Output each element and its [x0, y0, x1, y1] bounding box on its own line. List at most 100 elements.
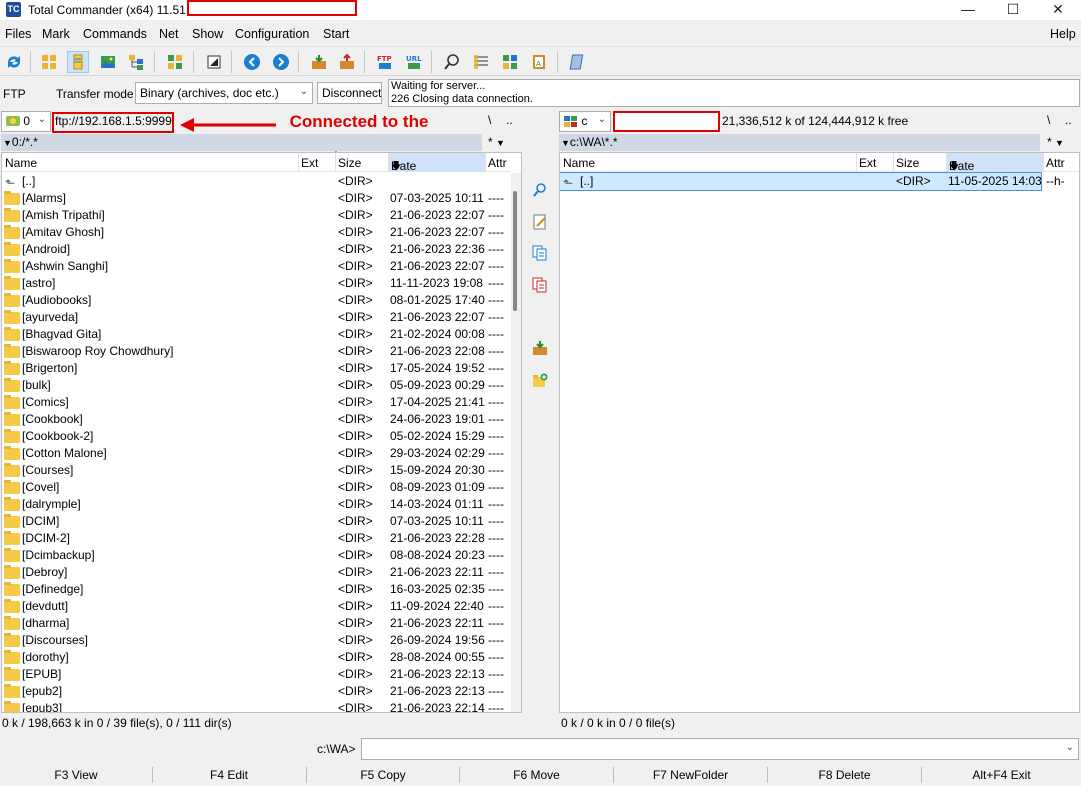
right-drive-select[interactable]: c ⌄ — [559, 111, 611, 132]
close-button[interactable]: ✕ — [1035, 0, 1081, 20]
col-ext[interactable]: Ext — [859, 156, 876, 170]
move-file-icon[interactable] — [530, 275, 550, 295]
file-row[interactable]: [Brigerton] <DIR> 17-05-2024 19:52 ---- — [2, 360, 510, 377]
right-path-header[interactable]: ▼c:\WA\*.* — [559, 134, 1040, 151]
edit-file-icon[interactable] — [530, 212, 550, 232]
right-file-panel[interactable]: Name Ext Size 🡇 Date Attr ⬑ [..] <DIR> 11-05… — [559, 152, 1080, 713]
view-file-icon[interactable] — [530, 180, 550, 200]
col-name[interactable]: Name — [563, 156, 595, 170]
menu-start[interactable]: Start — [323, 27, 349, 41]
left-drive-select[interactable]: 0 ⌄ — [1, 111, 51, 132]
compare-dirs-icon[interactable] — [164, 51, 186, 73]
left-scrollbar[interactable] — [511, 173, 521, 712]
transfer-mode-select[interactable]: Binary (archives, doc etc.) ⌄ — [135, 82, 313, 104]
url-connect-icon[interactable]: URL — [403, 51, 425, 73]
file-row[interactable]: [astro] <DIR> 11-11-2023 19:08 ---- — [2, 275, 510, 292]
ftp-connect-icon[interactable]: FTP — [374, 51, 396, 73]
file-row[interactable]: [Courses] <DIR> 15-09-2024 20:30 ---- — [2, 462, 510, 479]
file-row[interactable]: [ayurveda] <DIR> 21-06-2023 22:07 ---- — [2, 309, 510, 326]
left-path-header[interactable]: ▼0:/*.* — [1, 134, 482, 151]
notepad-icon[interactable]: A — [528, 51, 550, 73]
file-row[interactable]: [bulk] <DIR> 05-09-2023 00:29 ---- — [2, 377, 510, 394]
file-row[interactable]: [epub3] <DIR> 21-06-2023 22:14 ---- — [2, 700, 510, 712]
file-row[interactable]: [epub2] <DIR> 21-06-2023 22:13 ---- — [2, 683, 510, 700]
left-filter-star[interactable]: * ▼ — [488, 135, 505, 149]
left-file-panel[interactable]: Name Ext Size 🡇 Date Attr ⬑ [..] <DIR> [Alar… — [1, 152, 522, 713]
refresh-icon[interactable] — [3, 51, 25, 73]
file-row[interactable]: [Amitav Ghosh] <DIR> 21-06-2023 22:07 ---- — [2, 224, 510, 241]
f6-move-button[interactable]: F6 Move — [460, 768, 613, 784]
file-row[interactable]: [Audiobooks] <DIR> 08-01-2025 17:40 ---- — [2, 292, 510, 309]
alt-f4-exit-button[interactable]: Alt+F4 Exit — [922, 768, 1081, 784]
forward-icon[interactable] — [270, 51, 292, 73]
menu-show[interactable]: Show — [192, 27, 223, 41]
col-attr[interactable]: Attr — [488, 156, 507, 170]
file-row[interactable]: [devdutt] <DIR> 11-09-2024 22:40 ---- — [2, 598, 510, 615]
f4-edit-button[interactable]: F4 Edit — [153, 768, 305, 784]
file-row[interactable]: [DCIM-2] <DIR> 21-06-2023 22:28 ---- — [2, 530, 510, 547]
file-row[interactable]: [Cookbook-2] <DIR> 05-02-2024 15:29 ---- — [2, 428, 510, 445]
file-row[interactable]: ⬑ [..] <DIR> — [2, 173, 510, 190]
file-row[interactable]: [Biswaroop Roy Chowdhury] <DIR> 21-06-2023… — [2, 343, 510, 360]
col-ext[interactable]: Ext — [301, 156, 318, 170]
f8-delete-button[interactable]: F8 Delete — [768, 768, 921, 784]
file-row[interactable]: [Cookbook] <DIR> 24-06-2023 19:01 ---- — [2, 411, 510, 428]
right-up-button[interactable]: .. — [1065, 113, 1072, 127]
file-row[interactable]: [dharma] <DIR> 21-06-2023 22:11 ---- — [2, 615, 510, 632]
tree-view-icon[interactable] — [125, 51, 147, 73]
file-row[interactable]: [EPUB] <DIR> 21-06-2023 22:13 ---- — [2, 666, 510, 683]
right-filter-star[interactable]: * ▼ — [1047, 135, 1064, 149]
f5-copy-button[interactable]: F5 Copy — [307, 768, 459, 784]
col-attr[interactable]: Attr — [1046, 156, 1065, 170]
file-row[interactable]: [Amish Tripathi] <DIR> 21-06-2023 22:07 ---… — [2, 207, 510, 224]
full-view-icon[interactable] — [67, 51, 89, 73]
scrollbar-thumb[interactable] — [513, 191, 517, 311]
sync-dirs-icon[interactable] — [499, 51, 521, 73]
left-root-button[interactable]: \ — [488, 113, 491, 127]
file-row[interactable]: [Dcimbackup] <DIR> 08-08-2024 20:23 ---- — [2, 547, 510, 564]
file-row[interactable]: [Debroy] <DIR> 21-06-2023 22:11 ---- — [2, 564, 510, 581]
minimize-button[interactable]: — — [945, 0, 991, 20]
file-row[interactable]: [dalrymple] <DIR> 14-03-2024 01:11 ---- — [2, 496, 510, 513]
file-row[interactable]: [Comics] <DIR> 17-04-2025 21:41 ---- — [2, 394, 510, 411]
disconnect-button[interactable]: Disconnect — [317, 82, 382, 104]
file-row[interactable]: [Cotton Malone] <DIR> 29-03-2024 02:29 ---- — [2, 445, 510, 462]
file-row[interactable]: [Covel] <DIR> 08-09-2023 01:09 ---- — [2, 479, 510, 496]
menu-net[interactable]: Net — [159, 27, 178, 41]
notebook-icon[interactable] — [567, 51, 589, 73]
search-icon[interactable] — [441, 51, 463, 73]
multi-rename-icon[interactable] — [470, 51, 492, 73]
new-folder-icon[interactable] — [530, 370, 550, 390]
invert-selection-icon[interactable] — [203, 51, 225, 73]
menu-files[interactable]: Files — [5, 27, 31, 41]
command-input[interactable]: ⌄ — [361, 738, 1079, 760]
file-row[interactable]: [Android] <DIR> 21-06-2023 22:36 ---- — [2, 241, 510, 258]
file-row[interactable]: [Discourses] <DIR> 26-09-2024 19:56 ---- — [2, 632, 510, 649]
col-name[interactable]: Name — [5, 156, 37, 170]
file-row[interactable]: [Alarms] <DIR> 07-03-2025 10:11 ---- — [2, 190, 510, 207]
brief-view-icon[interactable] — [38, 51, 60, 73]
left-up-button[interactable]: .. — [506, 113, 513, 127]
file-row[interactable]: [DCIM] <DIR> 07-03-2025 10:11 ---- — [2, 513, 510, 530]
copy-file-icon[interactable] — [530, 243, 550, 263]
col-size[interactable]: Size — [896, 156, 919, 170]
col-size[interactable]: Size — [338, 156, 361, 170]
right-root-button[interactable]: \ — [1047, 113, 1050, 127]
menu-commands[interactable]: Commands — [83, 27, 147, 41]
file-row[interactable]: [Bhagvad Gita] <DIR> 21-02-2024 00:08 ---- — [2, 326, 510, 343]
pack-icon[interactable] — [308, 51, 330, 73]
pack-files-icon[interactable] — [530, 338, 550, 358]
menu-configuration[interactable]: Configuration — [235, 27, 309, 41]
file-row[interactable]: [dorothy] <DIR> 28-08-2024 00:55 ---- — [2, 649, 510, 666]
thumbnail-view-icon[interactable] — [97, 51, 119, 73]
unpack-icon[interactable] — [336, 51, 358, 73]
file-row[interactable]: ⬑ [..] <DIR> 11-05-2025 14:03 --h- — [560, 172, 1065, 191]
menu-help[interactable]: Help — [1050, 27, 1076, 41]
f3-view-button[interactable]: F3 View — [0, 768, 152, 784]
file-row[interactable]: [Ashwin Sanghi] <DIR> 21-06-2023 22:07 ---- — [2, 258, 510, 275]
file-row[interactable]: [Definedge] <DIR> 16-03-2025 02:35 ---- — [2, 581, 510, 598]
back-icon[interactable] — [241, 51, 263, 73]
menu-mark[interactable]: Mark — [42, 27, 70, 41]
f7-newfolder-button[interactable]: F7 NewFolder — [614, 768, 767, 784]
maximize-button[interactable]: ☐ — [990, 0, 1036, 20]
